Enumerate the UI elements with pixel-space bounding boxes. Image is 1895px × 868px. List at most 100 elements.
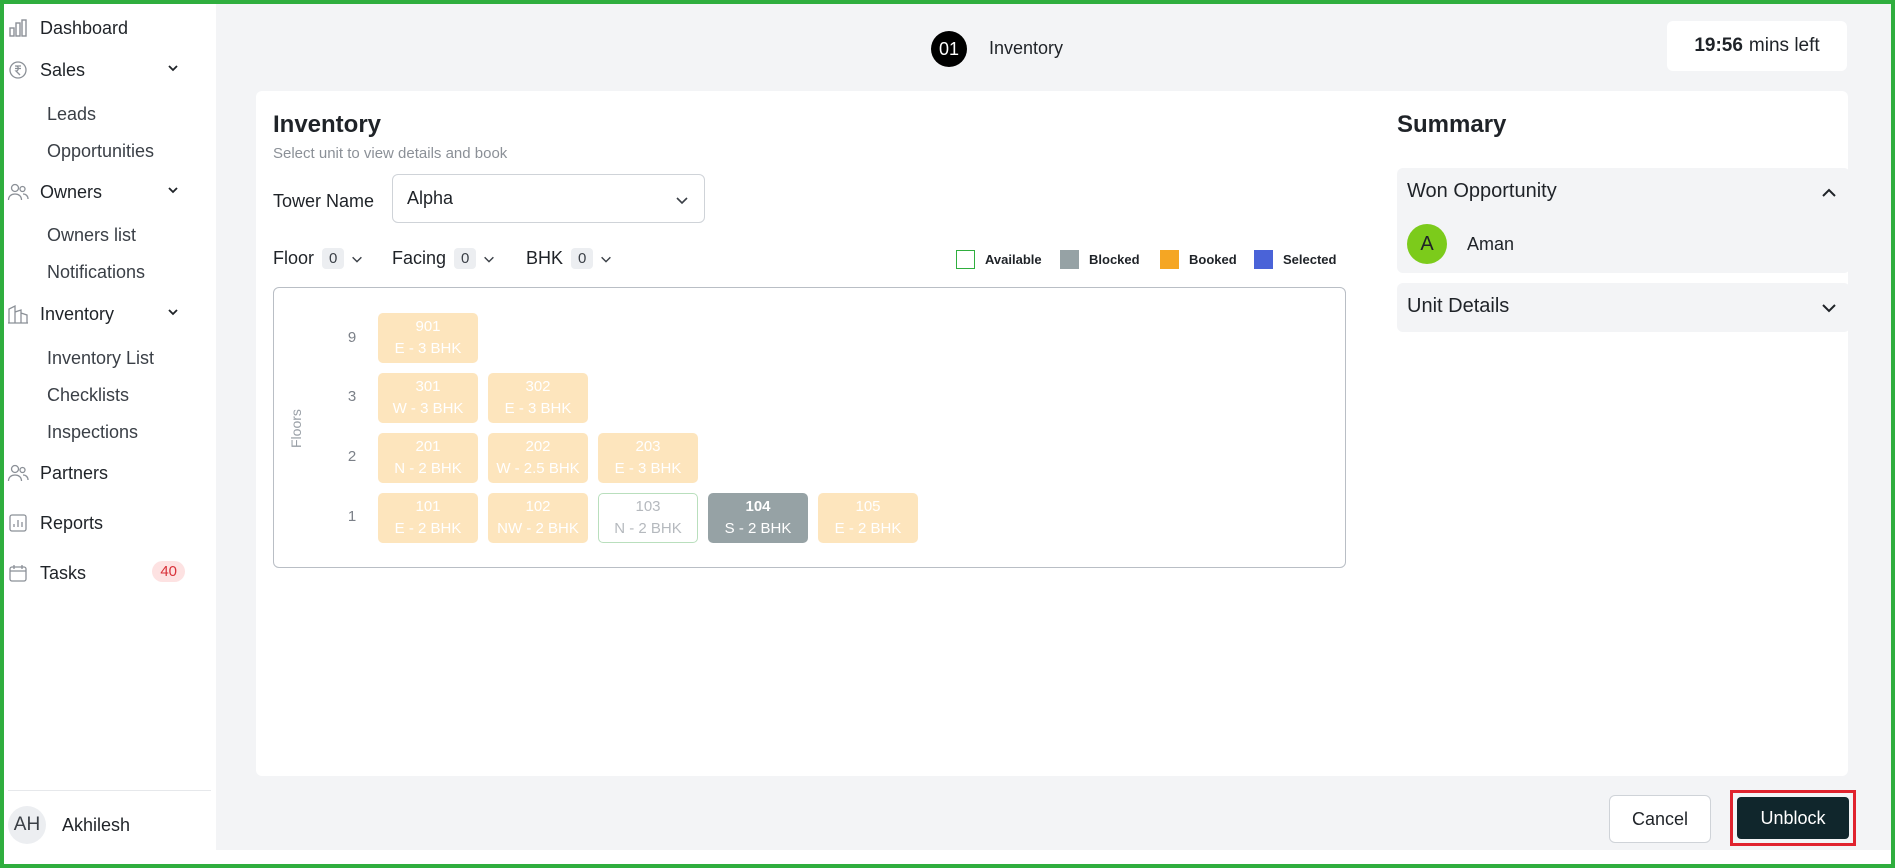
legend-label: Booked (1189, 252, 1237, 267)
sidebar-item-leads[interactable]: Leads (47, 104, 96, 125)
sidebar-item-inspections[interactable]: Inspections (47, 422, 138, 443)
legend-available: Available (956, 250, 1042, 269)
unit-number: 102 (525, 498, 551, 515)
unit-details-heading: Unit Details (1407, 295, 1510, 317)
unit-desc: E - 3 BHK (394, 340, 462, 357)
sidebar-item-opportunities[interactable]: Opportunities (47, 141, 154, 162)
sidebar-item-label: Sales (40, 59, 86, 80)
user-avatar[interactable]: AH (8, 806, 46, 844)
chevron-down-icon (352, 256, 363, 263)
building-icon (4, 300, 32, 328)
unit-203[interactable]: 203 E - 3 BHK (598, 433, 698, 483)
chevron-down-icon (601, 256, 612, 263)
timer: 19:56 mins left (1667, 21, 1847, 71)
sidebar-item-label: Tasks (40, 562, 87, 583)
tower-select[interactable]: Alpha (392, 174, 705, 223)
unit-101[interactable]: 101 E - 2 BHK (378, 493, 478, 543)
rupee-icon (4, 56, 32, 84)
unblock-highlight: Unblock (1730, 790, 1856, 846)
sidebar-item-reports[interactable]: Reports (4, 505, 209, 541)
inventory-subtitle: Select unit to view details and book (273, 145, 508, 162)
sidebar-item-dashboard[interactable]: Dashboard (4, 10, 209, 46)
unit-202[interactable]: 202 W - 2.5 BHK (488, 433, 588, 483)
facing-filter[interactable]: Facing 0 (392, 248, 496, 269)
unit-number: 202 (525, 438, 551, 455)
floor-label-9: 9 (347, 329, 357, 346)
sidebar-item-partners[interactable]: Partners (4, 455, 209, 491)
sidebar-item-label: Partners (40, 462, 109, 483)
chevron-down-icon (484, 256, 495, 263)
unit-number: 901 (415, 318, 441, 335)
unblock-button[interactable]: Unblock (1737, 797, 1849, 839)
unit-number: 105 (855, 498, 881, 515)
summary-title: Summary (1397, 111, 1507, 138)
unit-302[interactable]: 302 E - 3 BHK (488, 373, 588, 423)
chevron-up-icon[interactable] (1820, 184, 1838, 202)
unit-103[interactable]: 103 N - 2 BHK (598, 493, 698, 543)
sidebar: Dashboard Sales Leads Opportunities Owne… (4, 4, 216, 864)
contact-avatar: A (1407, 224, 1447, 264)
unit-grid: Floors 9 3 2 1 901 E - 3 BHK 301 W - 3 B… (273, 287, 1346, 568)
floor-filter[interactable]: Floor 0 (273, 248, 364, 269)
unit-201[interactable]: 201 N - 2 BHK (378, 433, 478, 483)
sidebar-item-owners-list[interactable]: Owners list (47, 225, 136, 246)
sidebar-item-notifications[interactable]: Notifications (47, 262, 145, 283)
unit-desc: E - 3 BHK (504, 400, 572, 417)
legend-booked: Booked (1160, 250, 1237, 269)
legend-swatch-available (956, 250, 975, 269)
sidebar-item-checklists[interactable]: Checklists (47, 385, 129, 406)
chevron-down-icon[interactable] (165, 60, 181, 76)
unit-number: 104 (745, 498, 771, 515)
unit-desc: N - 2 BHK (614, 520, 682, 537)
sidebar-item-owners[interactable]: Owners (4, 174, 209, 210)
calendar-icon (4, 559, 32, 587)
cancel-button[interactable]: Cancel (1609, 795, 1711, 843)
tower-name-label: Tower Name (273, 191, 375, 211)
bhk-filter-label: BHK (526, 248, 564, 268)
unit-details-panel[interactable]: Unit Details (1397, 283, 1850, 332)
sidebar-item-label: Dashboard (40, 17, 129, 38)
legend-label: Selected (1283, 252, 1337, 267)
unit-901[interactable]: 901 E - 3 BHK (378, 313, 478, 363)
unit-desc: S - 2 BHK (724, 520, 792, 537)
unit-number: 301 (415, 378, 441, 395)
unit-301[interactable]: 301 W - 3 BHK (378, 373, 478, 423)
floors-axis-label: Floors (288, 409, 304, 448)
bhk-filter[interactable]: BHK 0 (526, 248, 613, 269)
floor-label-3: 3 (347, 388, 357, 405)
chevron-down-icon[interactable] (165, 182, 181, 198)
user-name[interactable]: Akhilesh (62, 815, 130, 836)
bar-chart-icon (4, 14, 32, 42)
contact-name: Aman (1467, 234, 1515, 254)
chevron-down-icon[interactable] (165, 304, 181, 320)
inventory-card: Inventory Select unit to view details an… (256, 91, 1850, 776)
unit-desc: N - 2 BHK (394, 460, 462, 477)
report-icon (4, 509, 32, 537)
unit-desc: W - 2.5 BHK (496, 460, 580, 477)
legend-label: Available (985, 252, 1042, 267)
legend-swatch-selected (1254, 250, 1273, 269)
unit-102[interactable]: 102 NW - 2 BHK (488, 493, 588, 543)
floor-label-2: 2 (347, 448, 357, 465)
timer-value: 19:56 (1694, 35, 1743, 56)
sidebar-item-inventory[interactable]: Inventory (4, 296, 209, 332)
unit-105[interactable]: 105 E - 2 BHK (818, 493, 918, 543)
unit-number: 101 (415, 498, 441, 515)
unit-desc: E - 2 BHK (394, 520, 462, 537)
sidebar-item-tasks[interactable]: Tasks 40 (4, 555, 209, 591)
unit-desc: NW - 2 BHK (497, 520, 579, 537)
won-opportunity-panel: Won Opportunity A Aman (1397, 168, 1850, 273)
floor-label-1: 1 (347, 508, 357, 525)
sidebar-item-sales[interactable]: Sales (4, 52, 209, 88)
chevron-down-icon (676, 197, 688, 205)
step-label: Inventory (989, 38, 1064, 58)
sidebar-item-inventory-list[interactable]: Inventory List (47, 348, 154, 369)
step-number: 01 (931, 31, 967, 67)
unit-desc: E - 2 BHK (834, 520, 902, 537)
won-opportunity-heading[interactable]: Won Opportunity (1407, 180, 1557, 203)
chevron-down-icon[interactable] (1820, 299, 1838, 317)
unit-104[interactable]: 104 S - 2 BHK (708, 493, 808, 543)
sidebar-item-label: Owners (40, 181, 103, 202)
legend-blocked: Blocked (1060, 250, 1140, 269)
unit-number: 103 (635, 498, 661, 515)
